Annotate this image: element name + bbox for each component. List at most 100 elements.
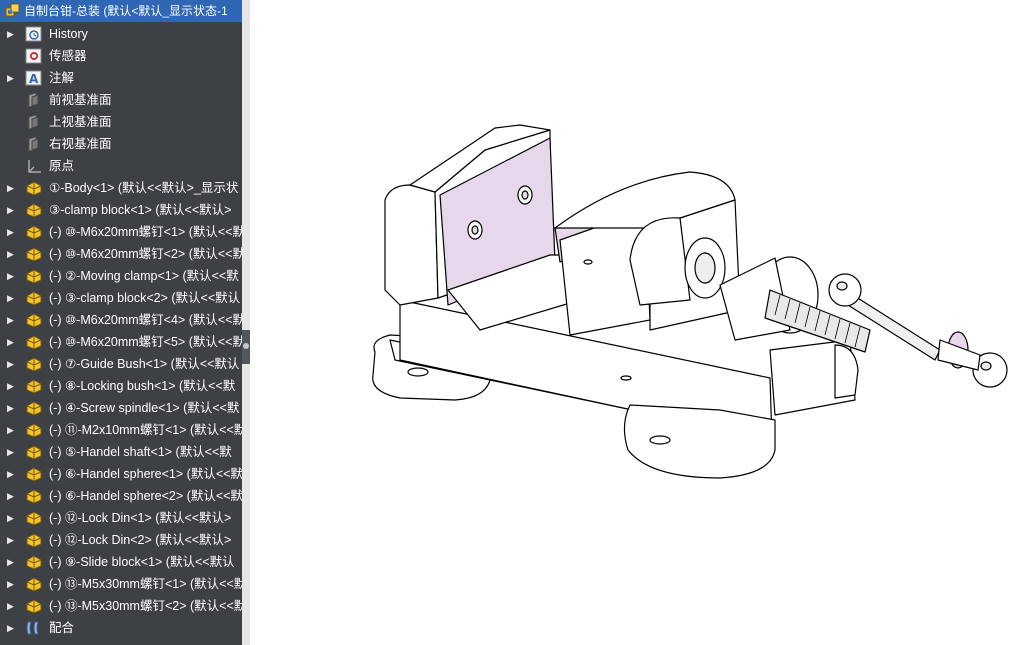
part-icon [25, 598, 43, 614]
tree-item-label: (-) ⑦-Guide Bush<1> (默认<<默认 [49, 357, 240, 371]
origin-icon [25, 158, 43, 174]
tree-item[interactable]: ▶ (-) ⑫-Lock Din<1> (默认<<默认> [0, 507, 242, 529]
tree-item[interactable]: ▶ (-) ⑦-Guide Bush<1> (默认<<默认 [0, 353, 242, 375]
part-icon [25, 334, 43, 350]
part-icon [25, 488, 43, 504]
plane-icon [25, 114, 43, 130]
part-icon [25, 224, 43, 240]
tree-item[interactable]: 原点 [0, 155, 242, 177]
tree-item[interactable]: ▶ (-) ⑩-M6x20mm螺钉<5> (默认<<默 [0, 331, 242, 353]
panel-splitter[interactable] [242, 0, 250, 645]
tree-item[interactable]: ▶ (-) ③-clamp block<2> (默认<<默认 [0, 287, 242, 309]
fixed-jaw-body [384, 184, 439, 306]
tree-item[interactable]: ▶ 配合 [0, 617, 242, 639]
annotation-icon: A [25, 70, 43, 86]
expand-arrow-icon[interactable]: ▶ [7, 287, 15, 309]
part-icon [25, 312, 43, 328]
expand-arrow-icon[interactable]: ▶ [7, 485, 15, 507]
tree-item-label: 注解 [49, 71, 75, 85]
expand-arrow-icon[interactable]: ▶ [7, 265, 15, 287]
expand-arrow-icon[interactable]: ▶ [7, 309, 15, 331]
part-icon [25, 576, 43, 592]
expand-arrow-icon[interactable]: ▶ [7, 375, 15, 397]
part-icon [25, 532, 43, 548]
tree-item[interactable]: ▶ (-) ⑥-Handel sphere<2> (默认<<默 [0, 485, 242, 507]
tree-item[interactable]: ▶ A 注解 [0, 67, 242, 89]
expand-arrow-icon[interactable]: ▶ [7, 573, 15, 595]
tree-item[interactable]: ▶ (-) ⑬-M5x30mm螺钉<1> (默认<<默 [0, 573, 242, 595]
tree-item[interactable]: ▶ (-) ⑪-M2x10mm螺钉<1> (默认<<默 [0, 419, 242, 441]
part-icon [25, 422, 43, 438]
tree-item[interactable]: 传感器 [0, 45, 242, 67]
expand-arrow-icon[interactable]: ▶ [7, 595, 15, 617]
tree-item[interactable]: ▶ (-) ⑫-Lock Din<2> (默认<<默认> [0, 529, 242, 551]
tree-item-label: 传感器 [49, 49, 87, 63]
expand-arrow-icon[interactable]: ▶ [7, 23, 15, 45]
expand-arrow-icon[interactable]: ▶ [7, 353, 15, 375]
tree-item-label: (-) ④-Screw spindle<1> (默认<<默 [49, 401, 240, 415]
tree-item[interactable]: 前视基准面 [0, 89, 242, 111]
tree-item[interactable]: ▶ (-) ⑬-M5x30mm螺钉<2> (默认<<默 [0, 595, 242, 617]
tree-item[interactable]: ▶ ①-Body<1> (默认<<默认>_显示状 [0, 177, 242, 199]
guide-bush-inner [694, 252, 716, 284]
tree-item[interactable]: ▶ (-) ⑨-Slide block<1> (默认<<默认 [0, 551, 242, 573]
tree-item[interactable]: 右视基准面 [0, 133, 242, 155]
handle-sphere-1 [828, 273, 862, 307]
expand-arrow-icon[interactable]: ▶ [7, 243, 15, 265]
part-icon [25, 378, 43, 394]
collapse-dot-icon [243, 343, 249, 349]
tree-item[interactable]: ▶ (-) ②-Moving clamp<1> (默认<<默 [0, 265, 242, 287]
tree-item-label: 配合 [49, 621, 75, 635]
tree-item-label: (-) ⑩-M6x20mm螺钉<2> (默认<<默 [49, 247, 242, 261]
tree-item[interactable]: ▶ History [0, 23, 242, 45]
expand-arrow-icon[interactable]: ▶ [7, 67, 15, 89]
tree-item[interactable]: 上视基准面 [0, 111, 242, 133]
tree-item-label: (-) ⑩-M6x20mm螺钉<5> (默认<<默 [49, 335, 242, 349]
fixed-jaw-screw-1-hex [471, 225, 479, 235]
tree-item-label: 右视基准面 [49, 137, 112, 151]
part-icon [25, 400, 43, 416]
assembly-title: 自制台钳-总装 (默认<默认_显示状态-1 [24, 4, 228, 18]
panel-collapse-handle[interactable] [242, 330, 250, 364]
expand-arrow-icon[interactable]: ▶ [7, 617, 15, 639]
left-foot-hole [407, 367, 429, 377]
part-icon [25, 268, 43, 284]
part-icon [25, 466, 43, 482]
expand-arrow-icon[interactable]: ▶ [7, 331, 15, 353]
sensor-icon [25, 48, 43, 64]
tree-item-label: (-) ⑨-Slide block<1> (默认<<默认 [49, 555, 235, 569]
tree-item[interactable]: ▶ (-) ⑩-M6x20mm螺钉<4> (默认<<默 [0, 309, 242, 331]
expand-arrow-icon[interactable]: ▶ [7, 177, 15, 199]
tree-item-label: ①-Body<1> (默认<<默认>_显示状 [49, 181, 239, 195]
expand-arrow-icon[interactable]: ▶ [7, 507, 15, 529]
tree-item-label: History [49, 27, 88, 41]
part-icon [25, 180, 43, 196]
tree-item[interactable]: ▶ (-) ④-Screw spindle<1> (默认<<默 [0, 397, 242, 419]
expand-arrow-icon[interactable]: ▶ [7, 441, 15, 463]
assembly-icon [5, 3, 20, 17]
handle-sphere-1-shine [836, 281, 848, 291]
tree-item-label: (-) ⑩-M6x20mm螺钉<1> (默认<<默 [49, 225, 242, 239]
expand-arrow-icon[interactable]: ▶ [7, 463, 15, 485]
vise-model[interactable] [372, 124, 1008, 479]
tree-item[interactable]: ▶ ③-clamp block<1> (默认<<默认> [0, 199, 242, 221]
part-icon [25, 356, 43, 372]
feature-manager-tree: 自制台钳-总装 (默认<默认_显示状态-1 ▶ History 传感器 ▶ A 注解前视基… [0, 0, 242, 645]
tree-item-label: (-) ⑫-Lock Din<2> (默认<<默认> [49, 533, 232, 547]
tree-item[interactable]: ▶ (-) ⑧-Locking bush<1> (默认<<默 [0, 375, 242, 397]
expand-arrow-icon[interactable]: ▶ [7, 199, 15, 221]
assembly-root-node[interactable]: 自制台钳-总装 (默认<默认_显示状态-1 [0, 0, 242, 22]
expand-arrow-icon[interactable]: ▶ [7, 529, 15, 551]
expand-arrow-icon[interactable]: ▶ [7, 551, 15, 573]
tree-item[interactable]: ▶ (-) ⑥-Handel sphere<1> (默认<<默 [0, 463, 242, 485]
tree-item[interactable]: ▶ (-) ⑤-Handel shaft<1> (默认<<默 [0, 441, 242, 463]
graphics-viewport[interactable] [250, 0, 1009, 645]
expand-arrow-icon[interactable]: ▶ [7, 419, 15, 441]
part-icon [25, 554, 43, 570]
expand-arrow-icon[interactable]: ▶ [7, 221, 15, 243]
tree-item[interactable]: ▶ (-) ⑩-M6x20mm螺钉<2> (默认<<默 [0, 243, 242, 265]
tree-item-label: (-) ⑬-M5x30mm螺钉<2> (默认<<默 [49, 599, 242, 613]
tree-item[interactable]: ▶ (-) ⑩-M6x20mm螺钉<1> (默认<<默 [0, 221, 242, 243]
svg-text:A: A [29, 72, 39, 86]
expand-arrow-icon[interactable]: ▶ [7, 397, 15, 419]
